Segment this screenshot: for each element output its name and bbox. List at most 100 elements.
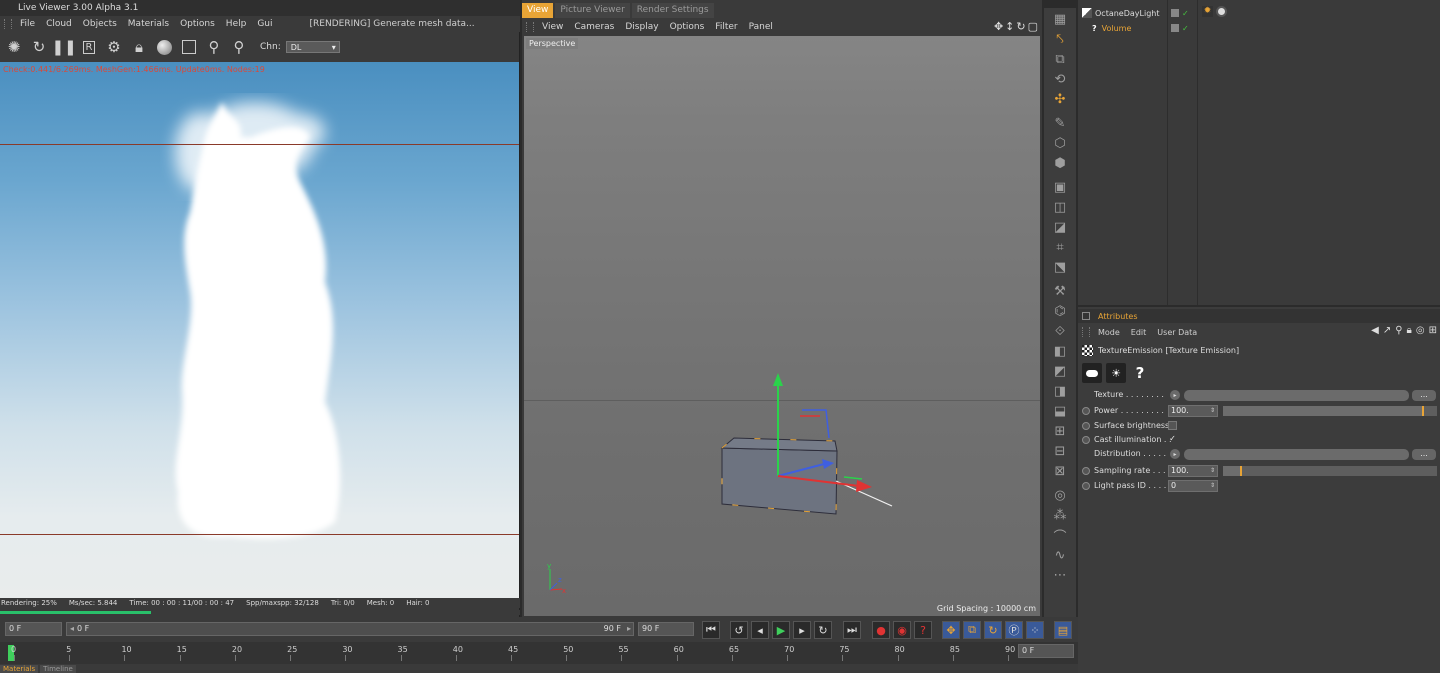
back-arrow-icon[interactable]: ◀ (1371, 325, 1379, 336)
light-pass-id-input[interactable]: 0 ⇕ (1168, 480, 1218, 492)
render-region-icon[interactable]: R (79, 37, 99, 57)
power-input[interactable]: 100. ⇕ (1168, 405, 1218, 417)
curve-icon[interactable]: ∿ (1050, 546, 1070, 564)
cube-icon[interactable]: ⬢ (1050, 154, 1070, 172)
layout-icon[interactable]: ⊞ (1050, 422, 1070, 440)
panel-grip-icon[interactable] (1082, 312, 1090, 320)
key-help-icon[interactable]: ? (914, 621, 932, 639)
dolly-view-icon[interactable]: ↕ (1005, 20, 1014, 33)
sampling-rate-anim-radio[interactable] (1082, 467, 1090, 475)
object-axis-icon[interactable]: ⬔ (1050, 258, 1070, 276)
render-view[interactable]: Check:0.441/6.269ms. MeshGen:1.466ms. Up… (0, 62, 519, 598)
move-view-icon[interactable]: ✥ (994, 20, 1003, 33)
render-region-bottom-line[interactable] (0, 534, 519, 535)
scale-tool-icon[interactable]: ⧉ (1050, 50, 1070, 68)
end-frame-field[interactable]: 90 F (638, 622, 694, 636)
timeline-ruler[interactable]: 0 5 10 15 20 25 30 35 40 45 50 55 60 65 70 75 80 85 90 (0, 642, 1078, 664)
region-select-icon[interactable] (179, 37, 199, 57)
brush-icon[interactable]: ✎ (1050, 114, 1070, 132)
sampling-rate-input[interactable]: 100. ⇕ (1168, 465, 1218, 477)
menu-objects[interactable]: Objects (83, 19, 117, 29)
visibility-check-icon[interactable]: ✓ (1182, 24, 1189, 33)
go-to-end-icon[interactable]: ⏭ (843, 621, 861, 639)
menu-options[interactable]: Options (180, 19, 215, 29)
axis-lock-icon[interactable]: ◧ (1050, 342, 1070, 360)
circle-tool-icon[interactable]: ◎ (1050, 486, 1070, 504)
material-sphere-icon[interactable] (154, 37, 174, 57)
lock-icon[interactable]: 🔒︎ (129, 37, 149, 57)
surface-brightness-anim-radio[interactable] (1082, 422, 1090, 430)
stepper-icon[interactable]: ⇕ (1210, 406, 1215, 416)
render-region-tool-icon[interactable]: ⊠ (1050, 462, 1070, 480)
uv-edit-icon[interactable]: ⬓ (1050, 402, 1070, 420)
key-position-icon[interactable]: ✥ (942, 621, 960, 639)
power-anim-radio[interactable] (1082, 407, 1090, 415)
lock-icon[interactable]: 🔒︎ (1407, 325, 1412, 336)
current-frame-field[interactable]: 0 F (1018, 644, 1074, 658)
menu-mode[interactable]: Mode (1098, 328, 1120, 337)
target-icon[interactable]: ◎ (1416, 325, 1425, 336)
cast-illumination-checkbox[interactable]: ✓ (1168, 435, 1177, 444)
key-rotation-icon[interactable]: ↻ (984, 621, 1002, 639)
start-frame-field[interactable]: 0 F (5, 622, 62, 636)
cast-illumination-anim-radio[interactable] (1082, 436, 1090, 444)
auto-key-icon[interactable]: ◉ (893, 621, 911, 639)
menu-user-data[interactable]: User Data (1157, 328, 1197, 337)
settings-gear-icon[interactable]: ⚙ (104, 37, 124, 57)
distribution-link-field[interactable] (1184, 449, 1409, 460)
surface-brightness-checkbox[interactable] (1168, 421, 1177, 430)
go-to-start-icon[interactable]: ⏮ (702, 621, 720, 639)
object-row-octanedaylight[interactable]: OctaneDayLight (1082, 6, 1160, 20)
render-region-top-line[interactable] (0, 144, 519, 145)
pick-material-icon[interactable]: ⚲ (229, 37, 249, 57)
checkerboard-icon[interactable]: ▦ (1050, 10, 1070, 28)
menu-edit[interactable]: Edit (1131, 328, 1147, 337)
sampling-rate-slider[interactable] (1223, 466, 1437, 476)
edges-mode-icon[interactable]: ◫ (1050, 198, 1070, 216)
menu-cloud[interactable]: Cloud (46, 19, 72, 29)
next-frame-icon[interactable]: ▸ (793, 621, 811, 639)
texture-link-field[interactable] (1184, 390, 1409, 401)
menu-options[interactable]: Options (670, 22, 705, 32)
basic-mode-icon[interactable] (1082, 363, 1102, 383)
new-panel-icon[interactable]: ⊞ (1429, 325, 1437, 336)
light-tag-icon[interactable] (1216, 6, 1227, 17)
distribution-arrow-button[interactable]: ▸ (1170, 449, 1180, 459)
key-scale-icon[interactable]: ⧉ (963, 621, 981, 639)
layer-icon[interactable] (1171, 9, 1179, 17)
range-handle-left-icon[interactable]: ◂ (70, 624, 74, 633)
points-mode-icon[interactable]: ▣ (1050, 178, 1070, 196)
light-mode-icon[interactable]: ☀ (1106, 363, 1126, 383)
previous-frame-icon[interactable]: ◂ (751, 621, 769, 639)
menu-materials[interactable]: Materials (128, 19, 169, 29)
tab-materials[interactable]: Materials (0, 665, 39, 673)
frame-range-slider[interactable]: ◂ 0 F 90 F ▸ (66, 622, 634, 636)
distribution-more-button[interactable]: ... (1412, 449, 1436, 460)
play-icon[interactable]: ▶ (772, 621, 790, 639)
next-key-icon[interactable]: ↻ (814, 621, 832, 639)
menu-panel[interactable]: Panel (749, 22, 773, 32)
texture-arrow-button[interactable]: ▸ (1170, 390, 1180, 400)
up-arrow-icon[interactable]: ↗ (1383, 325, 1391, 336)
menu-help[interactable]: Help (226, 19, 247, 29)
pick-focus-icon[interactable]: ⚲ (204, 37, 224, 57)
power-slider[interactable] (1223, 406, 1437, 416)
restart-icon[interactable]: ↻ (29, 37, 49, 57)
spline-icon[interactable]: ⌒ (1050, 526, 1070, 545)
light-pass-id-anim-radio[interactable] (1082, 482, 1090, 490)
object-row-volume[interactable]: ? Volume (1092, 21, 1131, 35)
rotate-view-icon[interactable]: ↻ (1016, 20, 1025, 33)
pause-icon[interactable]: ❚❚ (51, 37, 76, 57)
workplane-icon[interactable]: ⟐ (1050, 322, 1070, 340)
grip-icon[interactable] (4, 19, 12, 29)
range-handle-right-icon[interactable]: ▸ (627, 623, 631, 635)
key-point-level-icon[interactable]: ⁘ (1026, 621, 1044, 639)
menu-view[interactable]: View (542, 22, 563, 32)
search-icon[interactable]: ⚲ (1395, 325, 1402, 336)
tab-render-settings[interactable]: Render Settings (631, 3, 714, 18)
sun-tag-icon[interactable]: ✹ (1202, 6, 1213, 17)
rotate-tool-icon[interactable]: ⟲ (1050, 70, 1070, 88)
paint-icon[interactable]: ◨ (1050, 382, 1070, 400)
grip-icon[interactable] (1082, 327, 1090, 337)
layer-icon[interactable] (1171, 24, 1179, 32)
